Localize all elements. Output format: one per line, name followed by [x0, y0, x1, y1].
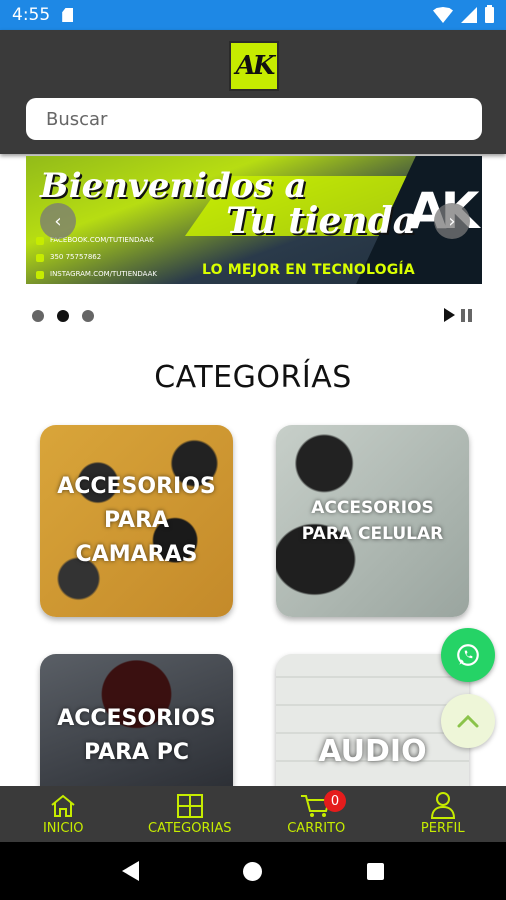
bottom-navigation: INICIO CATEGORIAS CARRITO 0 PERFIL [0, 786, 506, 842]
whatsapp-small-icon [36, 253, 44, 262]
back-icon[interactable] [122, 861, 140, 881]
carousel-next-button[interactable]: › [434, 203, 470, 239]
user-icon [430, 792, 455, 819]
nav-categorias[interactable]: CATEGORIAS [127, 786, 254, 842]
recents-icon[interactable] [366, 862, 384, 880]
play-icon[interactable] [444, 308, 455, 322]
signal-icon [461, 7, 477, 23]
category-label: ACCESORIOS PARA CAMARAS [57, 474, 216, 567]
carousel-prev-button[interactable]: ‹ [40, 203, 76, 239]
promo-banner[interactable]: Bienvenidos a Tu tienda AK FACEBOOK.COM/… [26, 156, 482, 284]
system-navigation-bar [0, 842, 506, 900]
carousel-indicators [32, 310, 94, 322]
instagram-icon [36, 270, 44, 279]
wifi-icon [433, 7, 453, 23]
status-bar: 4:55 [0, 0, 506, 30]
instagram-line: INSTAGRAM.COM/TUTIENDAAK [36, 266, 157, 283]
category-label: ACCESORIOS PARA CELULAR [301, 498, 444, 544]
status-time: 4:55 [12, 5, 51, 25]
grid-icon [176, 794, 203, 818]
category-label: ACCESORIOS PARA PC [57, 706, 216, 765]
logo-text: AK [235, 51, 276, 81]
carousel-controls [444, 308, 472, 322]
chevron-right-icon: › [448, 210, 456, 232]
carousel-dot[interactable] [32, 310, 44, 322]
chevron-up-icon [457, 714, 479, 728]
pause-icon[interactable] [461, 308, 472, 322]
category-card-cameras[interactable]: ACCESORIOS PARA CAMARAS [40, 425, 233, 617]
app-header: AK [0, 30, 506, 154]
whatsapp-line: 350 75757862 [36, 249, 157, 266]
nav-label: PERFIL [420, 821, 465, 836]
category-card-pc[interactable]: ACCESORIOS PARA PC [40, 654, 233, 788]
battery-icon [485, 5, 494, 23]
categories-title: CATEGORÍAS [154, 360, 352, 395]
carousel-dot[interactable] [82, 310, 94, 322]
search-bar[interactable] [26, 98, 482, 140]
category-label: AUDIO [318, 733, 427, 769]
category-card-phone[interactable]: ACCESORIOS PARA CELULAR [276, 425, 469, 617]
whatsapp-button[interactable] [441, 628, 495, 682]
facebook-icon [36, 236, 44, 245]
nav-label: CATEGORIAS [148, 821, 232, 836]
banner-title-line2: Tu tienda [226, 200, 417, 242]
whatsapp-icon [457, 644, 479, 666]
home-icon [51, 794, 75, 817]
nav-inicio[interactable]: INICIO [0, 786, 127, 842]
nav-carrito[interactable]: CARRITO 0 [253, 786, 380, 842]
home-system-icon[interactable] [243, 861, 263, 881]
nav-label: CARRITO [287, 821, 346, 836]
chevron-left-icon: ‹ [54, 210, 62, 232]
sd-card-icon [62, 8, 74, 22]
nav-perfil[interactable]: PERFIL [380, 786, 506, 842]
scroll-top-button[interactable] [441, 694, 495, 748]
carousel-dot-active[interactable] [57, 310, 69, 322]
store-logo[interactable]: AK [229, 41, 279, 91]
cart-count-badge: 0 [324, 790, 346, 812]
search-input[interactable] [46, 108, 482, 130]
banner-social-list: FACEBOOK.COM/TUTIENDAAK 350 75757862 INS… [36, 232, 157, 283]
nav-label: INICIO [42, 821, 84, 836]
banner-tagline: LO MEJOR EN TECNOLOGÍA [202, 262, 415, 278]
